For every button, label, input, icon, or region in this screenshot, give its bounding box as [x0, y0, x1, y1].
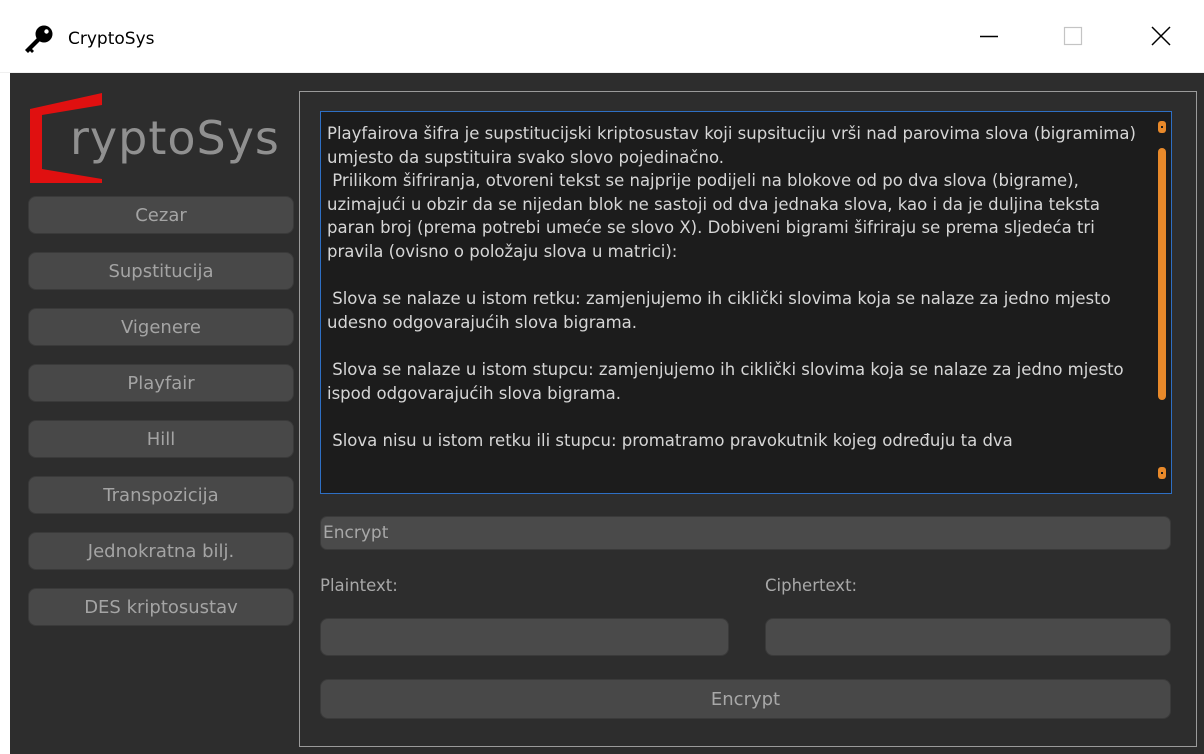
window-title: CryptoSys [68, 29, 155, 49]
scroll-up-icon[interactable] [1158, 121, 1166, 133]
sidebar-item-des[interactable]: DES kriptosustav [28, 588, 294, 626]
logo-text: ryptoSys [70, 111, 280, 165]
plaintext-input[interactable] [320, 618, 729, 656]
close-icon [1151, 26, 1171, 46]
maximize-button[interactable] [1042, 0, 1104, 72]
sidebar-item-supstitucija[interactable]: Supstitucija [28, 252, 294, 290]
content-panel: Playfairova šifra je supstitucijski krip… [299, 91, 1197, 747]
description-text: Playfairova šifra je supstitucijski krip… [327, 124, 1136, 450]
sidebar-item-jednokratna[interactable]: Jednokratna bilj. [28, 532, 294, 570]
description-textarea[interactable]: Playfairova šifra je supstitucijski krip… [320, 111, 1172, 494]
description-scrollbar[interactable] [1153, 112, 1171, 493]
app-window: CryptoSys ryptoSys Cezar Supstitucija Vi… [0, 0, 1204, 754]
minimize-icon [980, 35, 998, 38]
ciphertext-input[interactable] [765, 618, 1171, 656]
encrypt-button[interactable]: Encrypt [320, 679, 1171, 719]
scroll-thumb[interactable] [1158, 148, 1166, 400]
minimize-button[interactable] [958, 0, 1020, 72]
sidebar-item-transpozicija[interactable]: Transpozicija [28, 476, 294, 514]
sidebar-item-hill[interactable]: Hill [28, 420, 294, 458]
sidebar-item-vigenere[interactable]: Vigenere [28, 308, 294, 346]
app-logo: ryptoSys [28, 91, 298, 183]
sidebar-item-playfair[interactable]: Playfair [28, 364, 294, 402]
key-icon [25, 25, 53, 53]
sidebar-item-cezar[interactable]: Cezar [28, 196, 294, 234]
title-bar: CryptoSys [0, 0, 1204, 72]
ciphertext-label: Ciphertext: [765, 576, 858, 595]
maximize-icon [1063, 26, 1083, 46]
mode-select[interactable]: Encrypt [320, 516, 1171, 550]
close-button[interactable] [1130, 0, 1192, 72]
plaintext-label: Plaintext: [320, 576, 398, 595]
scroll-down-icon[interactable] [1158, 467, 1166, 479]
client-area: ryptoSys Cezar Supstitucija Vigenere Pla… [10, 73, 1204, 754]
